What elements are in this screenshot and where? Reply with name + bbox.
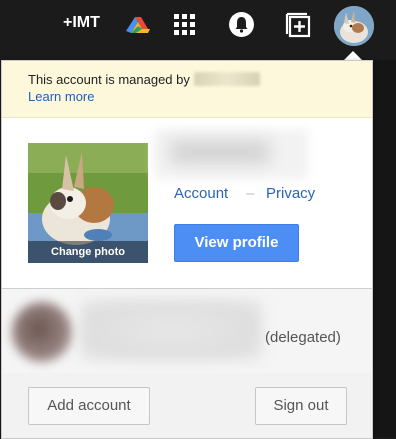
privacy-link[interactable]: Privacy [266,185,315,202]
account-avatar-button[interactable] [334,6,374,46]
account-dropdown: This account is managed by Learn more Ch… [1,60,373,439]
redacted-organization [193,72,260,86]
add-account-button[interactable]: Add account [28,387,150,425]
page-background-strip [372,60,396,437]
dropdown-footer: Add account Sign out [2,373,372,438]
account-link[interactable]: Account [174,185,228,202]
view-profile-button[interactable]: View profile [174,224,299,262]
managed-account-banner: This account is managed by Learn more [2,61,372,118]
multicolor-triangle-icon[interactable] [124,13,152,35]
share-plus-icon[interactable] [285,12,311,38]
top-bar: +IMT [0,0,396,48]
profile-photo[interactable]: Change photo [28,143,148,263]
delegated-account-row[interactable]: (delegated) [2,288,372,374]
change-photo-label[interactable]: Change photo [28,241,148,263]
link-separator: – [246,185,255,202]
sign-out-button[interactable]: Sign out [255,387,347,425]
delegated-label: (delegated) [265,329,341,346]
delegated-avatar [12,302,72,362]
managed-text: This account is managed by [28,72,260,87]
notifications-bell-icon[interactable] [228,11,255,38]
learn-more-link[interactable]: Learn more [28,89,94,104]
rabbit-avatar-icon [334,6,374,46]
google-plus-name-link[interactable]: +IMT [63,14,100,32]
redacted-name-text [170,141,270,163]
redacted-delegated-name [80,299,262,361]
apps-grid-icon[interactable] [174,14,195,35]
